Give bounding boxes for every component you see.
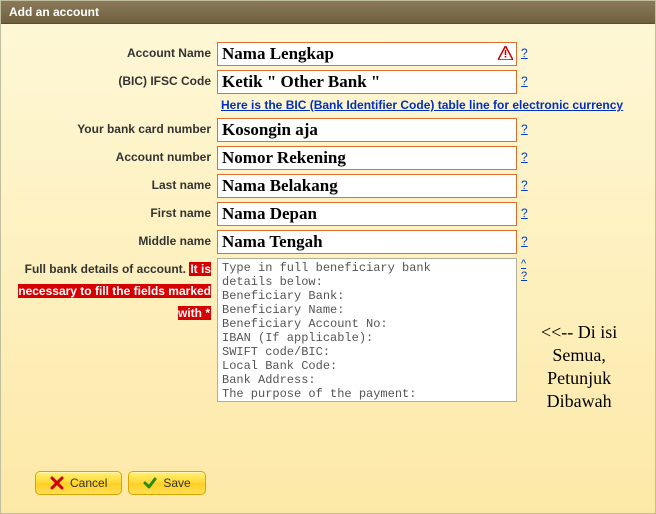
account-name-input[interactable]	[217, 42, 517, 66]
bic-link[interactable]: Here is the BIC (Bank Identifier Code) t…	[221, 98, 623, 112]
dialog-title: Add an account	[1, 1, 655, 24]
help-card[interactable]: ?	[521, 118, 528, 140]
label-account-name: Account Name	[11, 42, 217, 64]
label-details-plain: Full bank details of account.	[25, 262, 186, 276]
side-annotation: <<-- Di isi Semua, Petunjuk Dibawah	[541, 321, 617, 413]
help-ifsc[interactable]: ?	[521, 70, 528, 92]
cancel-label: Cancel	[70, 476, 107, 490]
save-button[interactable]: Save	[128, 471, 205, 495]
cancel-button[interactable]: Cancel	[35, 471, 122, 495]
label-middle: Middle name	[11, 230, 217, 252]
help-last[interactable]: ?	[521, 174, 528, 196]
label-details: Full bank details of account. It is nece…	[11, 258, 217, 324]
ifsc-input[interactable]	[217, 70, 517, 94]
help-account-name[interactable]: ?	[521, 42, 528, 64]
check-icon	[143, 476, 157, 490]
help-details[interactable]: ?	[521, 270, 527, 282]
help-middle[interactable]: ?	[521, 230, 528, 252]
save-label: Save	[163, 476, 190, 490]
label-last: Last name	[11, 174, 217, 196]
label-ifsc: (BIC) IFSC Code	[11, 70, 217, 92]
warning-icon	[498, 46, 513, 60]
help-first[interactable]: ?	[521, 202, 528, 224]
label-card: Your bank card number	[11, 118, 217, 140]
details-textarea[interactable]	[217, 258, 517, 402]
label-acctno: Account number	[11, 146, 217, 168]
label-first: First name	[11, 202, 217, 224]
last-input[interactable]	[217, 174, 517, 198]
first-input[interactable]	[217, 202, 517, 226]
help-acctno[interactable]: ?	[521, 146, 528, 168]
middle-input[interactable]	[217, 230, 517, 254]
acctno-input[interactable]	[217, 146, 517, 170]
details-caret[interactable]: ^	[521, 258, 527, 270]
cancel-icon	[50, 476, 64, 490]
card-input[interactable]	[217, 118, 517, 142]
